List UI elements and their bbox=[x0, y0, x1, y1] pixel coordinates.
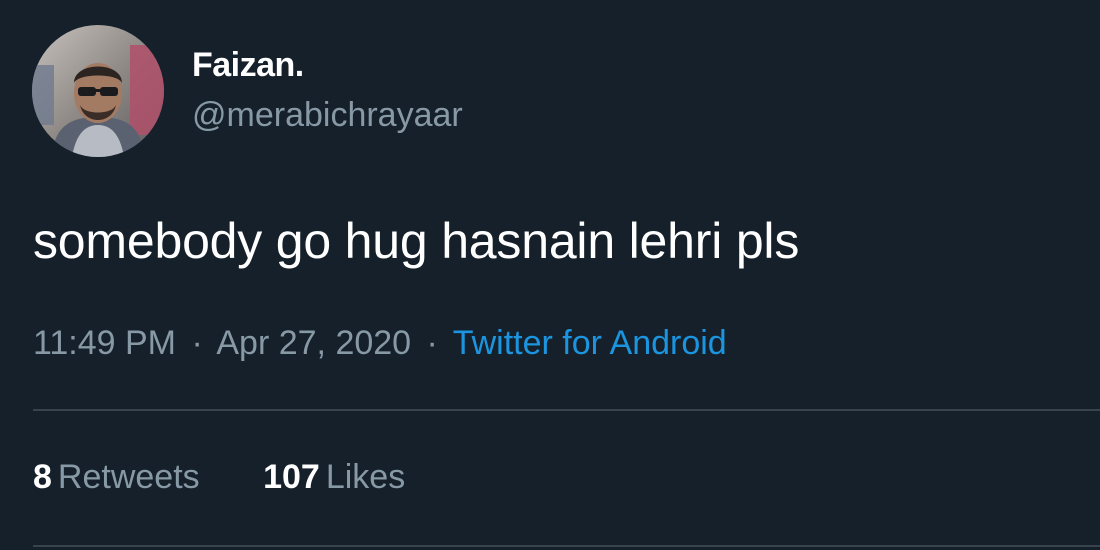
author-display-name[interactable]: Faizan. bbox=[192, 46, 304, 85]
likes-label: Likes bbox=[325, 458, 406, 496]
tweet-date[interactable]: Apr 27, 2020 bbox=[216, 324, 411, 362]
retweets-count: 8 bbox=[33, 458, 52, 496]
tweet-text: somebody go hug hasnain lehri pls bbox=[33, 213, 800, 269]
meta-separator: · bbox=[426, 324, 438, 362]
tweet-metadata: 11:49 PM · Apr 27, 2020 · Twitter for An… bbox=[33, 324, 727, 363]
engagement-stats: 8 Retweets 107 Likes bbox=[33, 458, 405, 497]
retweets-label: Retweets bbox=[57, 458, 200, 496]
retweets-stat[interactable]: 8 Retweets bbox=[33, 458, 200, 497]
author-handle[interactable]: @merabichrayaar bbox=[192, 96, 463, 135]
divider bbox=[33, 545, 1100, 547]
divider bbox=[33, 409, 1100, 411]
tweet-source-link[interactable]: Twitter for Android bbox=[453, 324, 727, 362]
avatar-photo-icon bbox=[32, 25, 164, 157]
avatar[interactable] bbox=[32, 25, 164, 157]
likes-stat[interactable]: 107 Likes bbox=[263, 458, 405, 497]
meta-separator: · bbox=[191, 324, 203, 362]
tweet-card: Faizan. @merabichrayaar somebody go hug … bbox=[0, 0, 1100, 550]
tweet-time[interactable]: 11:49 PM bbox=[33, 324, 176, 362]
likes-count: 107 bbox=[263, 458, 320, 496]
